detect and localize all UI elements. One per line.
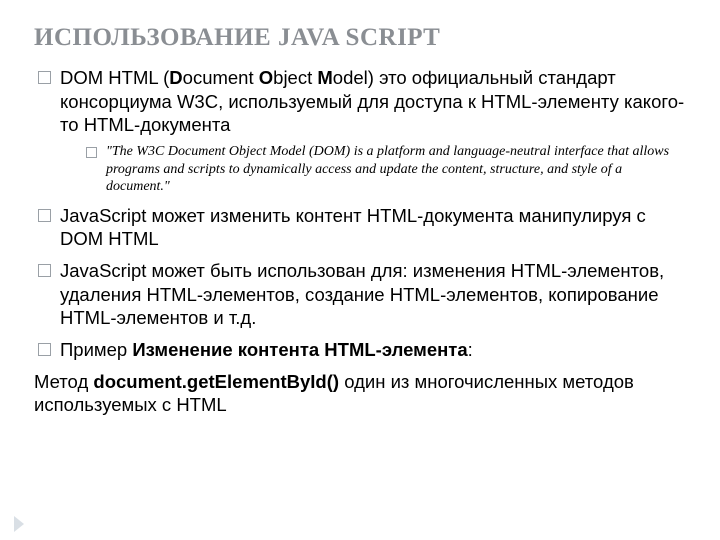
method-bold: document.getElementById() (93, 371, 339, 392)
text: Метод (34, 371, 93, 392)
sub-list: "The W3C Document Object Model (DOM) is … (60, 143, 686, 196)
bullet-item-2: JavaScript может изменить контент HTML-д… (38, 204, 686, 251)
bullet-item-dom: DOM HTML (Document Object Model) это офи… (38, 66, 686, 196)
quote-item: "The W3C Document Object Model (DOM) is … (86, 143, 686, 196)
method-line: Метод document.getElementById() один из … (34, 370, 686, 417)
slide: ИСПОЛЬЗОВАНИЕ JAVA SCRIPT DOM HTML (Docu… (0, 0, 720, 417)
text: bject (273, 67, 317, 88)
bold-example: Изменение контента HTML-элемента (132, 339, 467, 360)
bullet-item-3: JavaScript может быть использован для: и… (38, 259, 686, 330)
bullet-item-4: Пример Изменение контента HTML-элемента: (38, 338, 686, 362)
bold-m: M (317, 67, 332, 88)
bold-d: D (169, 67, 182, 88)
bold-o: O (259, 67, 273, 88)
corner-decoration-icon (14, 516, 24, 532)
text: Пример (60, 339, 132, 360)
text: ocument (183, 67, 259, 88)
text: DOM HTML ( (60, 67, 169, 88)
bullet-list: DOM HTML (Document Object Model) это офи… (34, 66, 686, 362)
text: : (468, 339, 473, 360)
slide-title: ИСПОЛЬЗОВАНИЕ JAVA SCRIPT (34, 24, 686, 52)
